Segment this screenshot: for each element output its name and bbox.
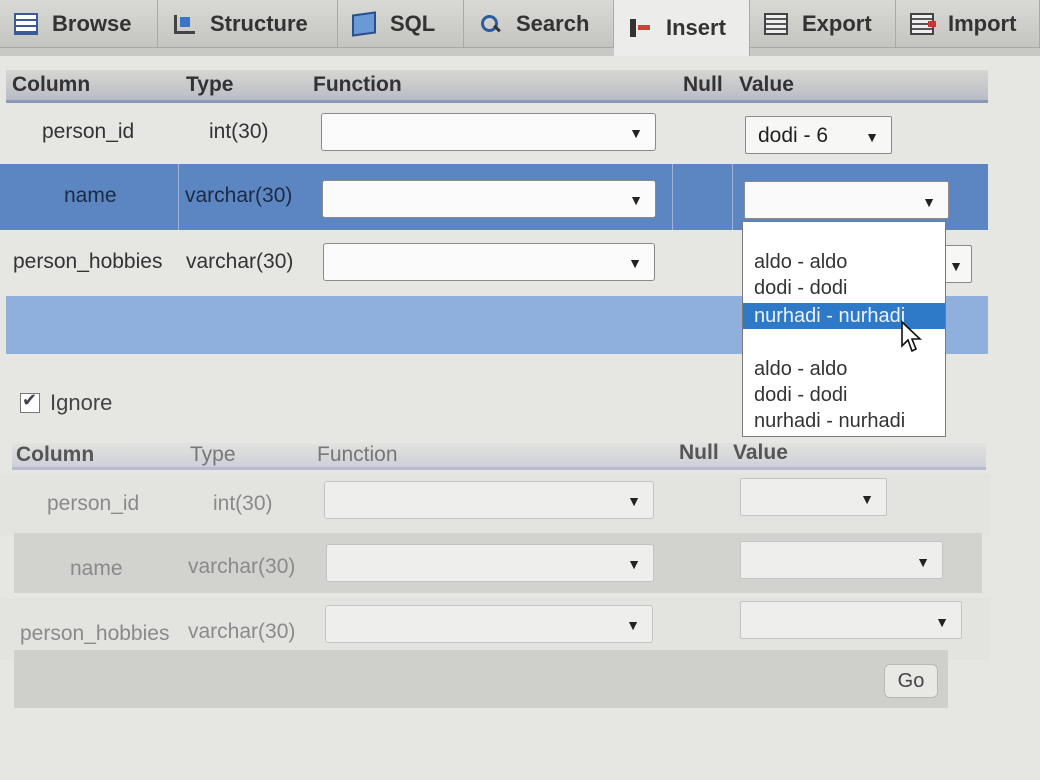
header-value: Value [733,441,788,464]
header-type: Type [190,443,236,466]
chevron-down-icon: ▼ [935,614,949,630]
dropdown-option[interactable]: dodi - dodi [743,275,945,301]
table-header: Column Type Function Null Value [6,70,988,103]
mouse-pointer-icon [901,320,922,353]
function-select[interactable]: ▼ [325,605,653,643]
chevron-down-icon: ▼ [922,194,936,210]
chevron-down-icon: ▼ [629,125,643,141]
tab-label: Export [802,10,872,36]
header-function: Function [317,443,398,466]
ignore-checkbox[interactable] [20,390,40,413]
header-null: Null [679,441,719,464]
header-column: Column [12,73,91,96]
function-select[interactable]: ▼ [322,180,656,218]
grid-icon [14,12,38,35]
column-type: int(30) [213,492,273,515]
header-function: Function [313,73,402,96]
value-select[interactable]: dodi - 6 ▼ [745,116,892,154]
column-type: varchar(30) [185,184,293,207]
header-null: Null [683,73,723,96]
tab-browse[interactable]: Browse [0,0,158,48]
dropdown-option[interactable]: aldo - aldo [743,249,945,275]
structure-icon [172,13,196,35]
column-type: varchar(30) [188,555,296,578]
ignore-label: Ignore [50,390,113,415]
tab-label: Structure [210,10,308,36]
tab-sql[interactable]: SQL [338,0,464,48]
selected-value: dodi - 6 [758,124,829,147]
chevron-down-icon: ▼ [627,493,641,509]
value-select[interactable]: ▼ [740,541,943,579]
header-value: Value [739,73,794,96]
sql-icon [352,10,376,37]
tab-label: Browse [52,10,132,36]
chevron-down-icon: ▼ [949,258,963,274]
ignore-checkbox-row[interactable]: Ignore [20,390,112,416]
chevron-down-icon: ▼ [629,192,643,208]
dropdown-option[interactable]: dodi - dodi [743,382,945,408]
chevron-down-icon: ▼ [865,129,879,145]
chevron-down-icon: ▼ [627,556,641,572]
search-icon [478,13,502,35]
chevron-down-icon: ▼ [860,491,874,507]
table-header: Column Type Function Null Value [12,441,986,470]
dropdown-option[interactable]: nurhadi - nurhadi [743,408,945,434]
column-name: person_hobbies [13,250,163,273]
chevron-down-icon: ▼ [916,554,930,570]
tab-search[interactable]: Search [464,0,614,48]
tab-label: Import [948,10,1017,36]
submit-bar [14,650,948,708]
export-icon [764,12,788,35]
tab-label: Insert [666,15,726,40]
function-select[interactable]: ▼ [323,243,655,281]
column-type: varchar(30) [186,250,294,273]
go-label: Go [897,669,925,692]
header-type: Type [186,73,234,96]
chevron-down-icon: ▼ [626,617,640,633]
value-select-open[interactable]: ▼ [744,181,949,219]
tab-label: SQL [390,10,436,36]
tab-bar: Browse Structure SQL Search Insert Expor… [0,0,1040,56]
column-divider [178,164,179,230]
column-name: person_hobbies [20,622,170,645]
function-select[interactable]: ▼ [321,113,656,151]
column-name: name [70,557,123,580]
column-divider [672,164,673,230]
column-type: int(30) [209,120,269,143]
column-type: varchar(30) [188,620,296,643]
chevron-down-icon: ▼ [628,255,642,271]
column-divider [732,164,733,230]
column-name: person_id [47,492,140,515]
tab-import[interactable]: Import [896,0,1040,48]
value-select[interactable]: ▼ [740,478,887,516]
go-button[interactable]: Go [884,664,938,698]
column-name: name [64,184,117,207]
value-select[interactable]: ▼ [740,601,962,639]
tab-insert[interactable]: Insert [614,0,750,56]
column-name: person_id [42,120,135,143]
import-icon [910,12,936,35]
tab-label: Search [516,10,590,36]
dropdown-option[interactable]: aldo - aldo [743,356,945,382]
tab-export[interactable]: Export [750,0,896,48]
tab-structure[interactable]: Structure [158,0,338,48]
insert-icon [628,17,652,39]
function-select[interactable]: ▼ [324,481,654,519]
header-column: Column [16,443,95,466]
function-select[interactable]: ▼ [326,544,654,582]
